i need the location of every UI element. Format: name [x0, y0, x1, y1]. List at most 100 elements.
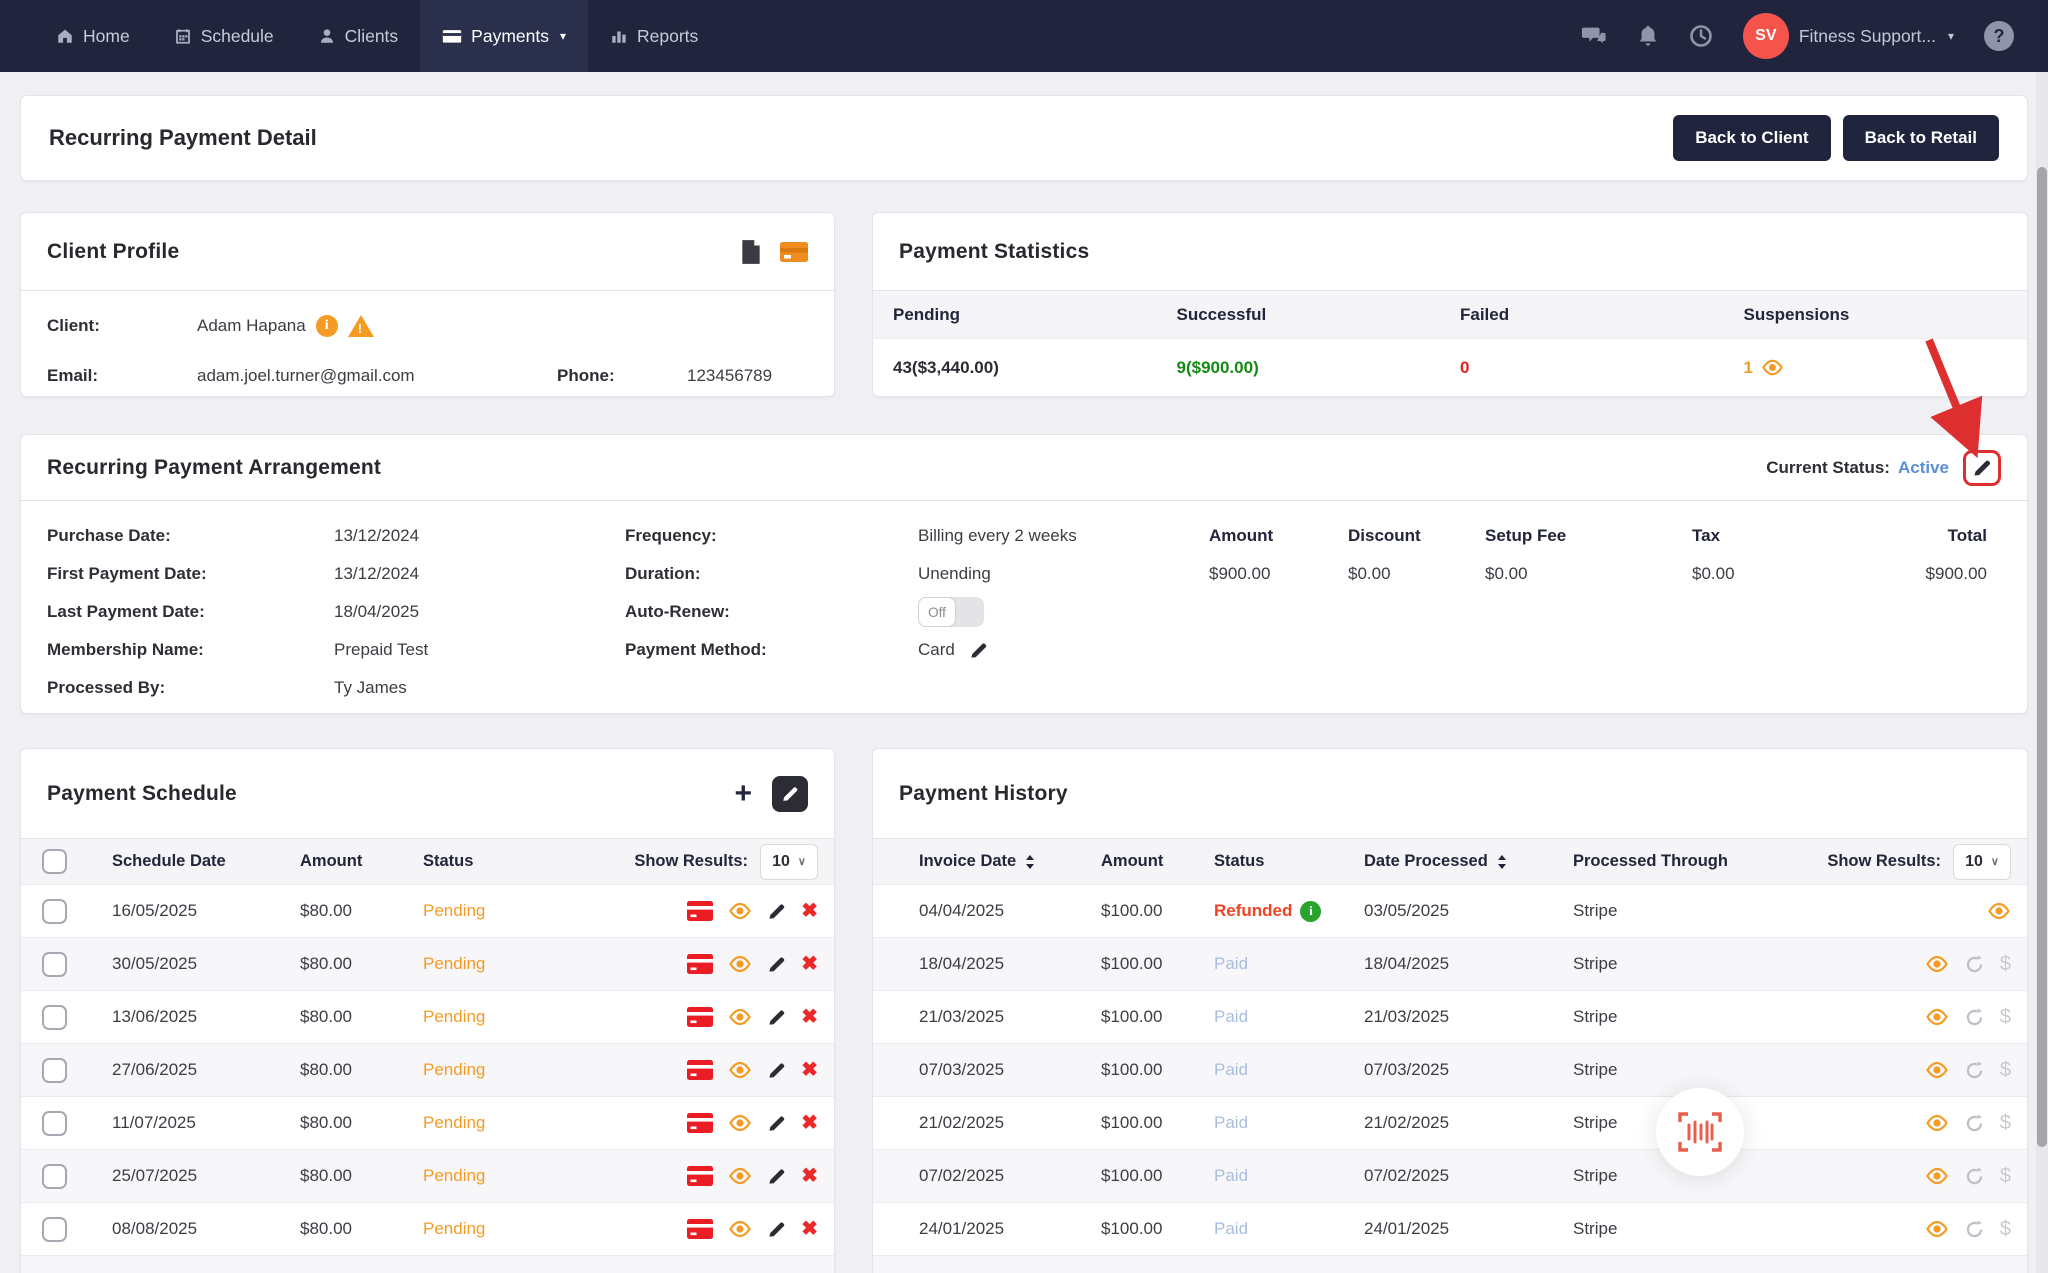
suspensions-count: 1: [1744, 358, 1753, 378]
eye-icon[interactable]: [1925, 1114, 1949, 1132]
eye-icon[interactable]: [1761, 359, 1784, 376]
dollar-icon[interactable]: $: [2000, 1218, 2011, 1241]
eye-icon[interactable]: [1925, 955, 1949, 973]
chevron-down-icon: ∨: [1991, 855, 1999, 868]
auto-renew-label: Auto-Renew:: [625, 602, 918, 622]
retry-icon[interactable]: [1964, 1219, 1985, 1240]
eye-icon[interactable]: [1925, 1008, 1949, 1026]
row-checkbox[interactable]: [42, 1164, 67, 1189]
back-to-client-button[interactable]: Back to Client: [1673, 115, 1830, 161]
history-col-date-processed[interactable]: Date Processed: [1364, 852, 1573, 871]
eye-icon[interactable]: [728, 1220, 752, 1238]
suspensions-value: 1: [1744, 358, 2028, 378]
retry-icon[interactable]: [1964, 1166, 1985, 1187]
row-checkbox[interactable]: [42, 1111, 67, 1136]
edit-pencil-icon[interactable]: [767, 955, 786, 974]
retry-icon[interactable]: [1964, 1113, 1985, 1134]
info-icon[interactable]: i: [316, 315, 338, 337]
clock-icon[interactable]: [1689, 24, 1713, 48]
charge-card-icon[interactable]: [687, 1219, 713, 1239]
edit-payment-method-icon[interactable]: [969, 641, 988, 660]
bell-icon[interactable]: [1637, 24, 1659, 48]
row-checkbox[interactable]: [42, 1058, 67, 1083]
delete-icon[interactable]: ✖: [801, 1219, 818, 1239]
account-menu[interactable]: SV Fitness Support... ▾: [1743, 13, 1954, 59]
payment-schedule-card: Payment Schedule + Schedule Date Amount …: [20, 748, 835, 1273]
history-col-invoice-date[interactable]: Invoice Date: [919, 852, 1101, 871]
dollar-icon[interactable]: $: [2000, 1165, 2011, 1188]
eye-icon[interactable]: [728, 1114, 752, 1132]
show-results-select[interactable]: 10∨: [760, 844, 818, 880]
row-checkbox[interactable]: [42, 1217, 67, 1242]
client-name: Adam Hapana: [197, 316, 306, 336]
help-icon[interactable]: ?: [1984, 21, 2014, 51]
edit-pencil-icon[interactable]: [767, 1008, 786, 1027]
chat-icon[interactable]: [1581, 24, 1607, 48]
invoice-date: 21/02/2025: [919, 1113, 1101, 1133]
delete-icon[interactable]: ✖: [801, 1007, 818, 1027]
current-status-value[interactable]: Active: [1898, 458, 1949, 478]
edit-pencil-icon[interactable]: [767, 1220, 786, 1239]
document-icon[interactable]: [740, 239, 762, 265]
auto-renew-toggle[interactable]: Off: [918, 597, 984, 627]
last-payment-label: Last Payment Date:: [47, 602, 334, 622]
eye-icon[interactable]: [1925, 1167, 1949, 1185]
back-to-retail-button[interactable]: Back to Retail: [1843, 115, 1999, 161]
nav-item-schedule[interactable]: Schedule: [152, 0, 296, 72]
add-schedule-icon[interactable]: +: [734, 779, 752, 809]
eye-icon[interactable]: [728, 1008, 752, 1026]
row-checkbox[interactable]: [42, 1005, 67, 1030]
payment-method-value: Card: [918, 640, 955, 660]
delete-icon[interactable]: ✖: [801, 954, 818, 974]
refund-info-icon[interactable]: i: [1300, 901, 1321, 922]
edit-pencil-icon[interactable]: [767, 902, 786, 921]
nav-item-clients[interactable]: Clients: [296, 0, 421, 72]
select-all-checkbox[interactable]: [42, 849, 67, 874]
row-checkbox[interactable]: [42, 899, 67, 924]
charge-card-icon[interactable]: [687, 1007, 713, 1027]
edit-pencil-icon[interactable]: [767, 1114, 786, 1133]
charge-card-icon[interactable]: [687, 1060, 713, 1080]
charge-card-icon[interactable]: [687, 954, 713, 974]
retry-icon[interactable]: [1964, 1060, 1985, 1081]
dollar-icon[interactable]: $: [2000, 1006, 2011, 1029]
col-label: Date Processed: [1364, 852, 1488, 870]
dollar-icon[interactable]: $: [2000, 1112, 2011, 1135]
eye-icon[interactable]: [728, 1061, 752, 1079]
eye-icon[interactable]: [728, 1167, 752, 1185]
dollar-icon[interactable]: $: [2000, 1059, 2011, 1082]
setup-fee-value: $0.00: [1485, 564, 1692, 584]
row-checkbox[interactable]: [42, 952, 67, 977]
eye-icon[interactable]: [1925, 1061, 1949, 1079]
delete-icon[interactable]: ✖: [801, 1166, 818, 1186]
amount-header: Amount: [1209, 526, 1348, 546]
payment-card-icon[interactable]: [780, 241, 808, 263]
charge-card-icon[interactable]: [687, 1113, 713, 1133]
warning-icon[interactable]: !: [348, 315, 374, 337]
edit-status-button[interactable]: [1963, 450, 2001, 486]
scrollbar-thumb[interactable]: [2037, 167, 2047, 1147]
eye-icon[interactable]: [1925, 1220, 1949, 1238]
charge-card-icon[interactable]: [687, 901, 713, 921]
delete-icon[interactable]: ✖: [801, 901, 818, 921]
retry-icon[interactable]: [1964, 954, 1985, 975]
delete-icon[interactable]: ✖: [801, 1060, 818, 1080]
nav-item-payments[interactable]: Payments ▾: [420, 0, 588, 72]
edit-pencil-icon[interactable]: [767, 1167, 786, 1186]
delete-icon[interactable]: ✖: [801, 1113, 818, 1133]
tax-value: $0.00: [1692, 564, 1842, 584]
amount: $100.00: [1101, 954, 1214, 974]
eye-icon[interactable]: [1987, 902, 2011, 920]
scrollbar-track[interactable]: [2036, 72, 2048, 1273]
eye-icon[interactable]: [728, 955, 752, 973]
edit-schedule-icon[interactable]: [772, 776, 808, 812]
eye-icon[interactable]: [728, 902, 752, 920]
edit-pencil-icon[interactable]: [767, 1061, 786, 1080]
nav-item-reports[interactable]: Reports: [588, 0, 720, 72]
charge-card-icon[interactable]: [687, 1166, 713, 1186]
show-results-select[interactable]: 10∨: [1953, 844, 2011, 880]
retry-icon[interactable]: [1964, 1007, 1985, 1028]
nav-item-home[interactable]: Home: [34, 0, 152, 72]
dollar-icon[interactable]: $: [2000, 953, 2011, 976]
schedule-amount: $80.00: [275, 1113, 398, 1133]
